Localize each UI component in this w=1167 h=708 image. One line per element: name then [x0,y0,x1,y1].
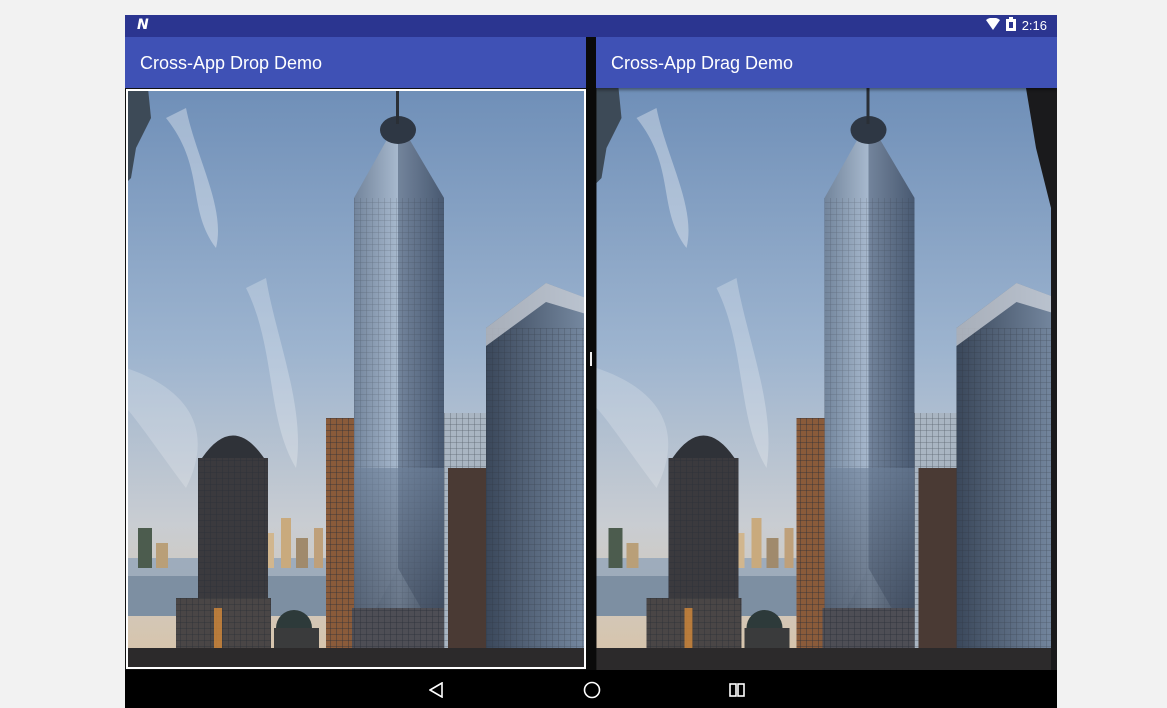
drag-demo-content [596,88,1057,670]
recents-square-icon[interactable] [726,679,748,701]
divider-handle[interactable] [590,352,592,366]
drop-demo-title: Cross-App Drop Demo [140,53,323,73]
status-bar: N 2:16 [125,15,1057,37]
drop-demo-window: Cross-App Drop Demo [125,37,586,670]
skyline-photo-drop [128,91,584,667]
home-circle-icon[interactable] [581,679,603,701]
status-time: 2:16 [1021,18,1047,33]
drop-demo-toolbar: Cross-App Drop Demo [125,37,586,88]
back-triangle-icon[interactable] [425,679,447,701]
drop-target-image[interactable] [126,89,586,669]
status-right-group: 2:16 [985,17,1047,34]
split-screen-divider[interactable] [586,37,596,670]
tablet-screen: N 2:16 Cross-App Drop Demo Cross-App Dra… [125,15,1057,708]
navigation-bar [125,670,1057,708]
notification-n-icon: N [137,17,149,33]
drag-demo-window: Cross-App Drag Demo [596,37,1057,670]
wifi-icon [985,17,1000,33]
battery-icon [1005,17,1016,34]
skyline-photo-drag-source[interactable] [596,88,1057,670]
drag-demo-title: Cross-App Drag Demo [611,53,794,73]
drop-demo-content [125,88,586,670]
drag-demo-toolbar: Cross-App Drag Demo [596,37,1057,88]
